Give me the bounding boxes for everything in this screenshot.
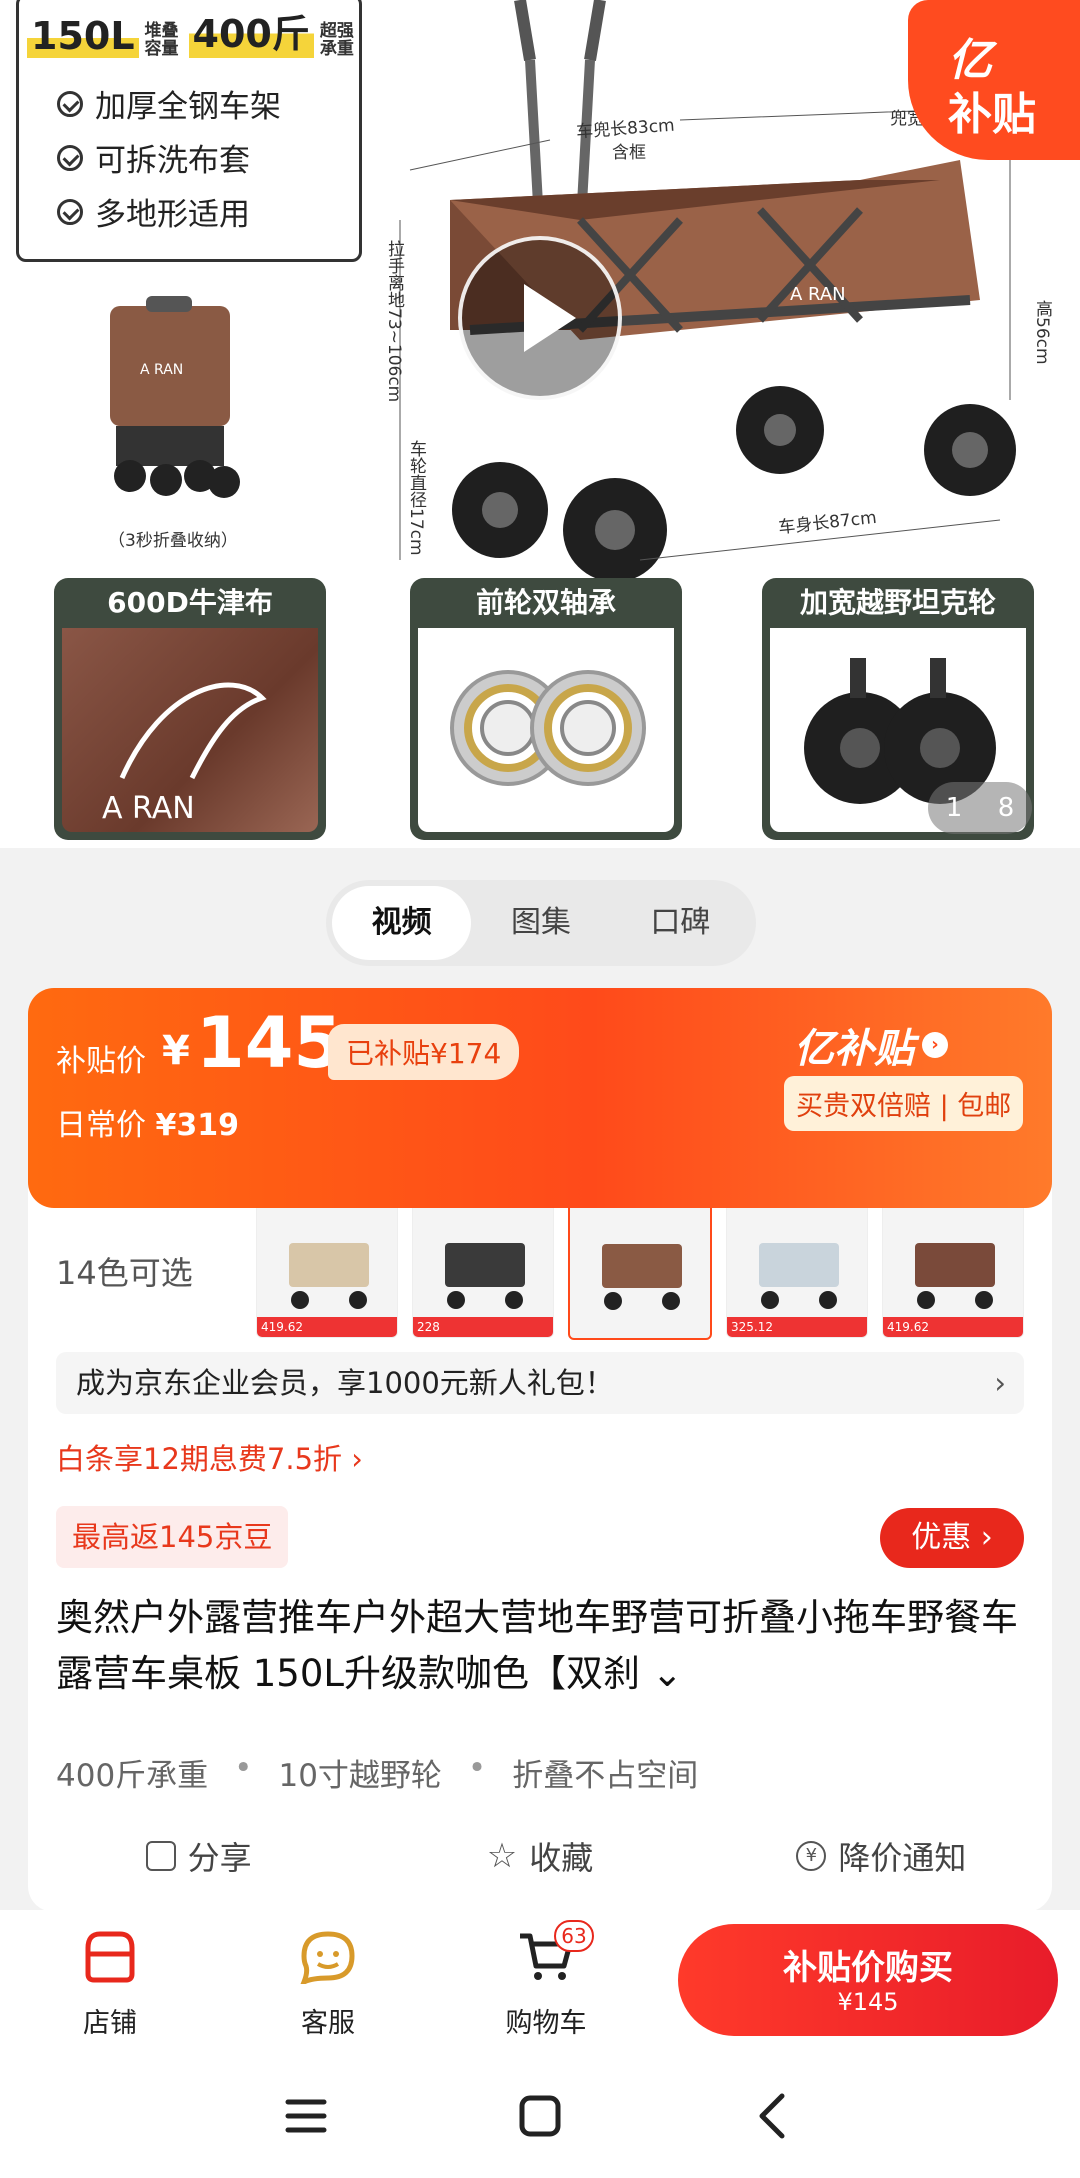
svg-text:A RAN: A RAN [140,362,183,378]
price-drop-alert-button[interactable]: ¥ 降价通知 [711,1826,1052,1886]
product-image-carousel[interactable]: 150L 堆叠 容量 400斤 超强 承重 加厚全钢车架 可拆洗布套 多地形适用… [0,0,1080,848]
image-page-indicator: 1 8 [928,782,1032,834]
share-icon [145,1841,176,1871]
spec-capacity-sub: 堆叠 容量 [144,21,179,59]
product-actions: 分享 ☆ 收藏 ¥ 降价通知 [28,1826,1052,1886]
star-icon: ☆ [486,1836,518,1876]
feature-item: 多地形适用 [57,189,250,234]
feature-item: 加厚全钢车架 [57,81,281,126]
back-icon[interactable] [744,2086,804,2146]
feature-card-bearing: 前轮双轴承 [410,578,682,840]
feature-item: 可拆洗布套 [57,135,250,180]
dim-wheel-diameter: 车轮直径17cm [406,440,426,556]
system-navigation-bar [0,2050,1080,2178]
coupon-button[interactable]: 优惠 › [880,1508,1024,1568]
tab-video[interactable]: 视频 [332,886,472,960]
service-icon [299,1931,355,1988]
recent-apps-icon[interactable] [276,2086,336,2146]
dim-height: 高56cm [1032,300,1052,365]
color-thumbnails: 419.62 228 325.12 419.62 [256,1202,1024,1340]
product-info-card: 14色可选 419.62 228 325.12 419.62 成为京东企业会员，… [28,1166,1052,1912]
tab-gallery[interactable]: 图集 [471,886,610,960]
spec-capacity: 150L [27,14,139,58]
color-thumb[interactable]: 419.62 [256,1202,398,1338]
dim-basket-frame: 含框 [612,143,646,163]
spec-load-sub: 超强 承重 [319,21,354,59]
guarantee-tag: 买贵双倍赔 | 包邮 [784,1076,1024,1131]
share-button[interactable]: 分享 [28,1826,369,1886]
tag: 折叠不占空间 [512,1758,699,1794]
folded-cart-image: A RAN [110,296,240,498]
product-tags: 400斤承重 • 10寸越野轮 • 折叠不占空间 [56,1750,699,1794]
color-thumb[interactable]: 419.62 [882,1202,1024,1338]
store-icon [85,1931,135,1983]
currency-symbol: ¥ [162,1028,190,1074]
dim-handle-height: 拉手离地73~106cm [384,240,404,403]
svg-text:A RAN: A RAN [102,791,195,826]
baitiao-installment-link[interactable]: 白条享12期息费7.5折 › [56,1436,363,1478]
tag: 400斤承重 [56,1758,209,1794]
subsidy-price-label: 补贴价 [56,1044,146,1079]
feature-card-fabric: 600D牛津布 A RAN [54,578,326,840]
subsidy-price: 145 [196,1002,343,1084]
spec-load: 400斤 [188,3,314,58]
color-thumb[interactable]: 325.12 [726,1202,868,1338]
daily-price: 日常价 ¥319 [56,1108,240,1143]
bottom-action-bar: 店铺 客服 63 购物车 补贴价购买 ¥145 [0,1910,1080,2050]
svg-text:A RAN: A RAN [790,284,846,305]
bearing-image [418,628,674,832]
home-icon[interactable] [510,2086,570,2146]
color-count[interactable]: 14色可选 [56,1248,193,1294]
subsidy-amount-badge: 已补贴¥174 [328,1024,520,1080]
chevron-right-icon: › [922,1032,948,1058]
product-title[interactable]: 奥然户外露营推车户外超大营地车野营可折叠小拖车野餐车露营车桌板 150L升级款咖… [56,1590,1024,1702]
store-button[interactable]: 店铺 [50,1928,170,2040]
tab-reviews[interactable]: 口碑 [611,886,750,960]
yi-subsidy-badge: 亿 补贴 [908,0,1080,160]
yi-subsidy-brand[interactable]: 亿补贴 › [794,1016,948,1074]
enterprise-member-banner[interactable]: 成为京东企业会员，享1000元新人礼包！ › [56,1352,1024,1414]
spec-box: 150L 堆叠 容量 400斤 超强 承重 加厚全钢车架 可拆洗布套 多地形适用 [16,0,362,262]
cart-button[interactable]: 63 购物车 [486,1920,606,2040]
check-icon [57,198,83,225]
play-video-icon[interactable] [458,236,622,400]
check-icon [57,90,83,117]
price-banner[interactable]: 补贴价 ¥ 145 已补贴¥174 日常价 ¥319 亿补贴 › 买贵双倍赔 |… [28,988,1052,1208]
cart-count-badge: 63 [554,1920,594,1952]
customer-service-button[interactable]: 客服 [268,1928,388,2040]
jd-bean-rebate-badge: 最高返145京豆 [56,1506,289,1568]
buy-now-button[interactable]: 补贴价购买 ¥145 [678,1924,1058,2036]
fold-note: （3秒折叠收纳） [108,531,238,551]
yen-icon: ¥ [796,1841,827,1871]
chevron-right-icon: › [994,1366,1006,1400]
check-icon [57,144,83,171]
color-thumb[interactable]: 228 [412,1202,554,1338]
fabric-image: A RAN [62,628,318,832]
media-tabs: 视频 图集 口碑 [326,880,756,966]
color-thumb-selected[interactable] [568,1202,712,1340]
favorite-button[interactable]: ☆ 收藏 [369,1826,710,1886]
tag: 10寸越野轮 [278,1758,442,1794]
